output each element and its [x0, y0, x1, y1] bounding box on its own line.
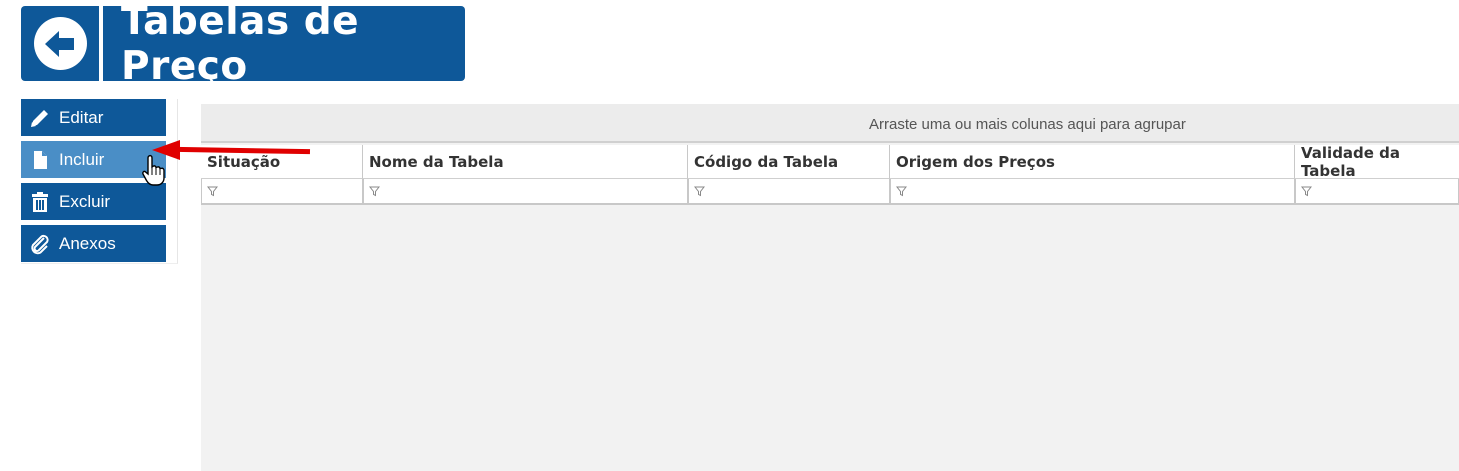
column-header-codigo[interactable]: Código da Tabela [688, 145, 890, 179]
paperclip-icon [29, 233, 51, 255]
filter-icon [369, 186, 380, 196]
column-header-label: Nome da Tabela [369, 152, 504, 171]
hand-pointer-icon [140, 154, 170, 188]
filter-cell-nome[interactable] [363, 179, 688, 205]
pencil-icon [29, 107, 51, 129]
trash-icon [29, 191, 51, 213]
filter-cell-codigo[interactable] [688, 179, 890, 205]
group-panel[interactable]: Arraste uma ou mais colunas aqui para ag… [201, 104, 1459, 143]
delete-button[interactable]: Excluir [21, 183, 166, 220]
edit-button-label: Editar [59, 107, 104, 127]
filter-icon [1301, 186, 1312, 196]
column-header-label: Código da Tabela [694, 152, 839, 171]
column-header-label: Situação [207, 152, 281, 171]
delete-button-label: Excluir [59, 191, 111, 211]
column-header-label: Origem dos Preços [896, 152, 1055, 171]
filter-cell-validade[interactable] [1295, 179, 1459, 205]
group-panel-text: Arraste uma ou mais colunas aqui para ag… [869, 116, 1186, 133]
column-header-validade[interactable]: Validade da Tabela [1295, 143, 1459, 180]
edit-button[interactable]: Editar [21, 99, 166, 136]
column-header-label: Validade da Tabela [1301, 143, 1401, 180]
attachments-button[interactable]: Anexos [21, 225, 166, 262]
page-title: Tabelas de Preço [121, 0, 360, 89]
include-button-label: Incluir [59, 149, 105, 169]
back-button[interactable] [21, 6, 99, 81]
file-icon [29, 149, 51, 171]
page-title-box: Tabelas de Preço [103, 0, 465, 89]
arrow-left-circle-icon [33, 17, 87, 70]
attachments-button-label: Anexos [59, 233, 116, 253]
column-header-nome[interactable]: Nome da Tabela [363, 145, 688, 179]
page-header: Tabelas de Preço [21, 0, 465, 89]
price-tables-grid: Arraste uma ou mais colunas aqui para ag… [201, 104, 1459, 471]
filter-icon [896, 186, 907, 196]
filter-cell-origem[interactable] [890, 179, 1295, 205]
filter-icon [207, 186, 218, 196]
filter-cell-situacao[interactable] [201, 179, 363, 205]
filter-icon [694, 186, 705, 196]
column-header-origem[interactable]: Origem dos Preços [890, 145, 1295, 179]
